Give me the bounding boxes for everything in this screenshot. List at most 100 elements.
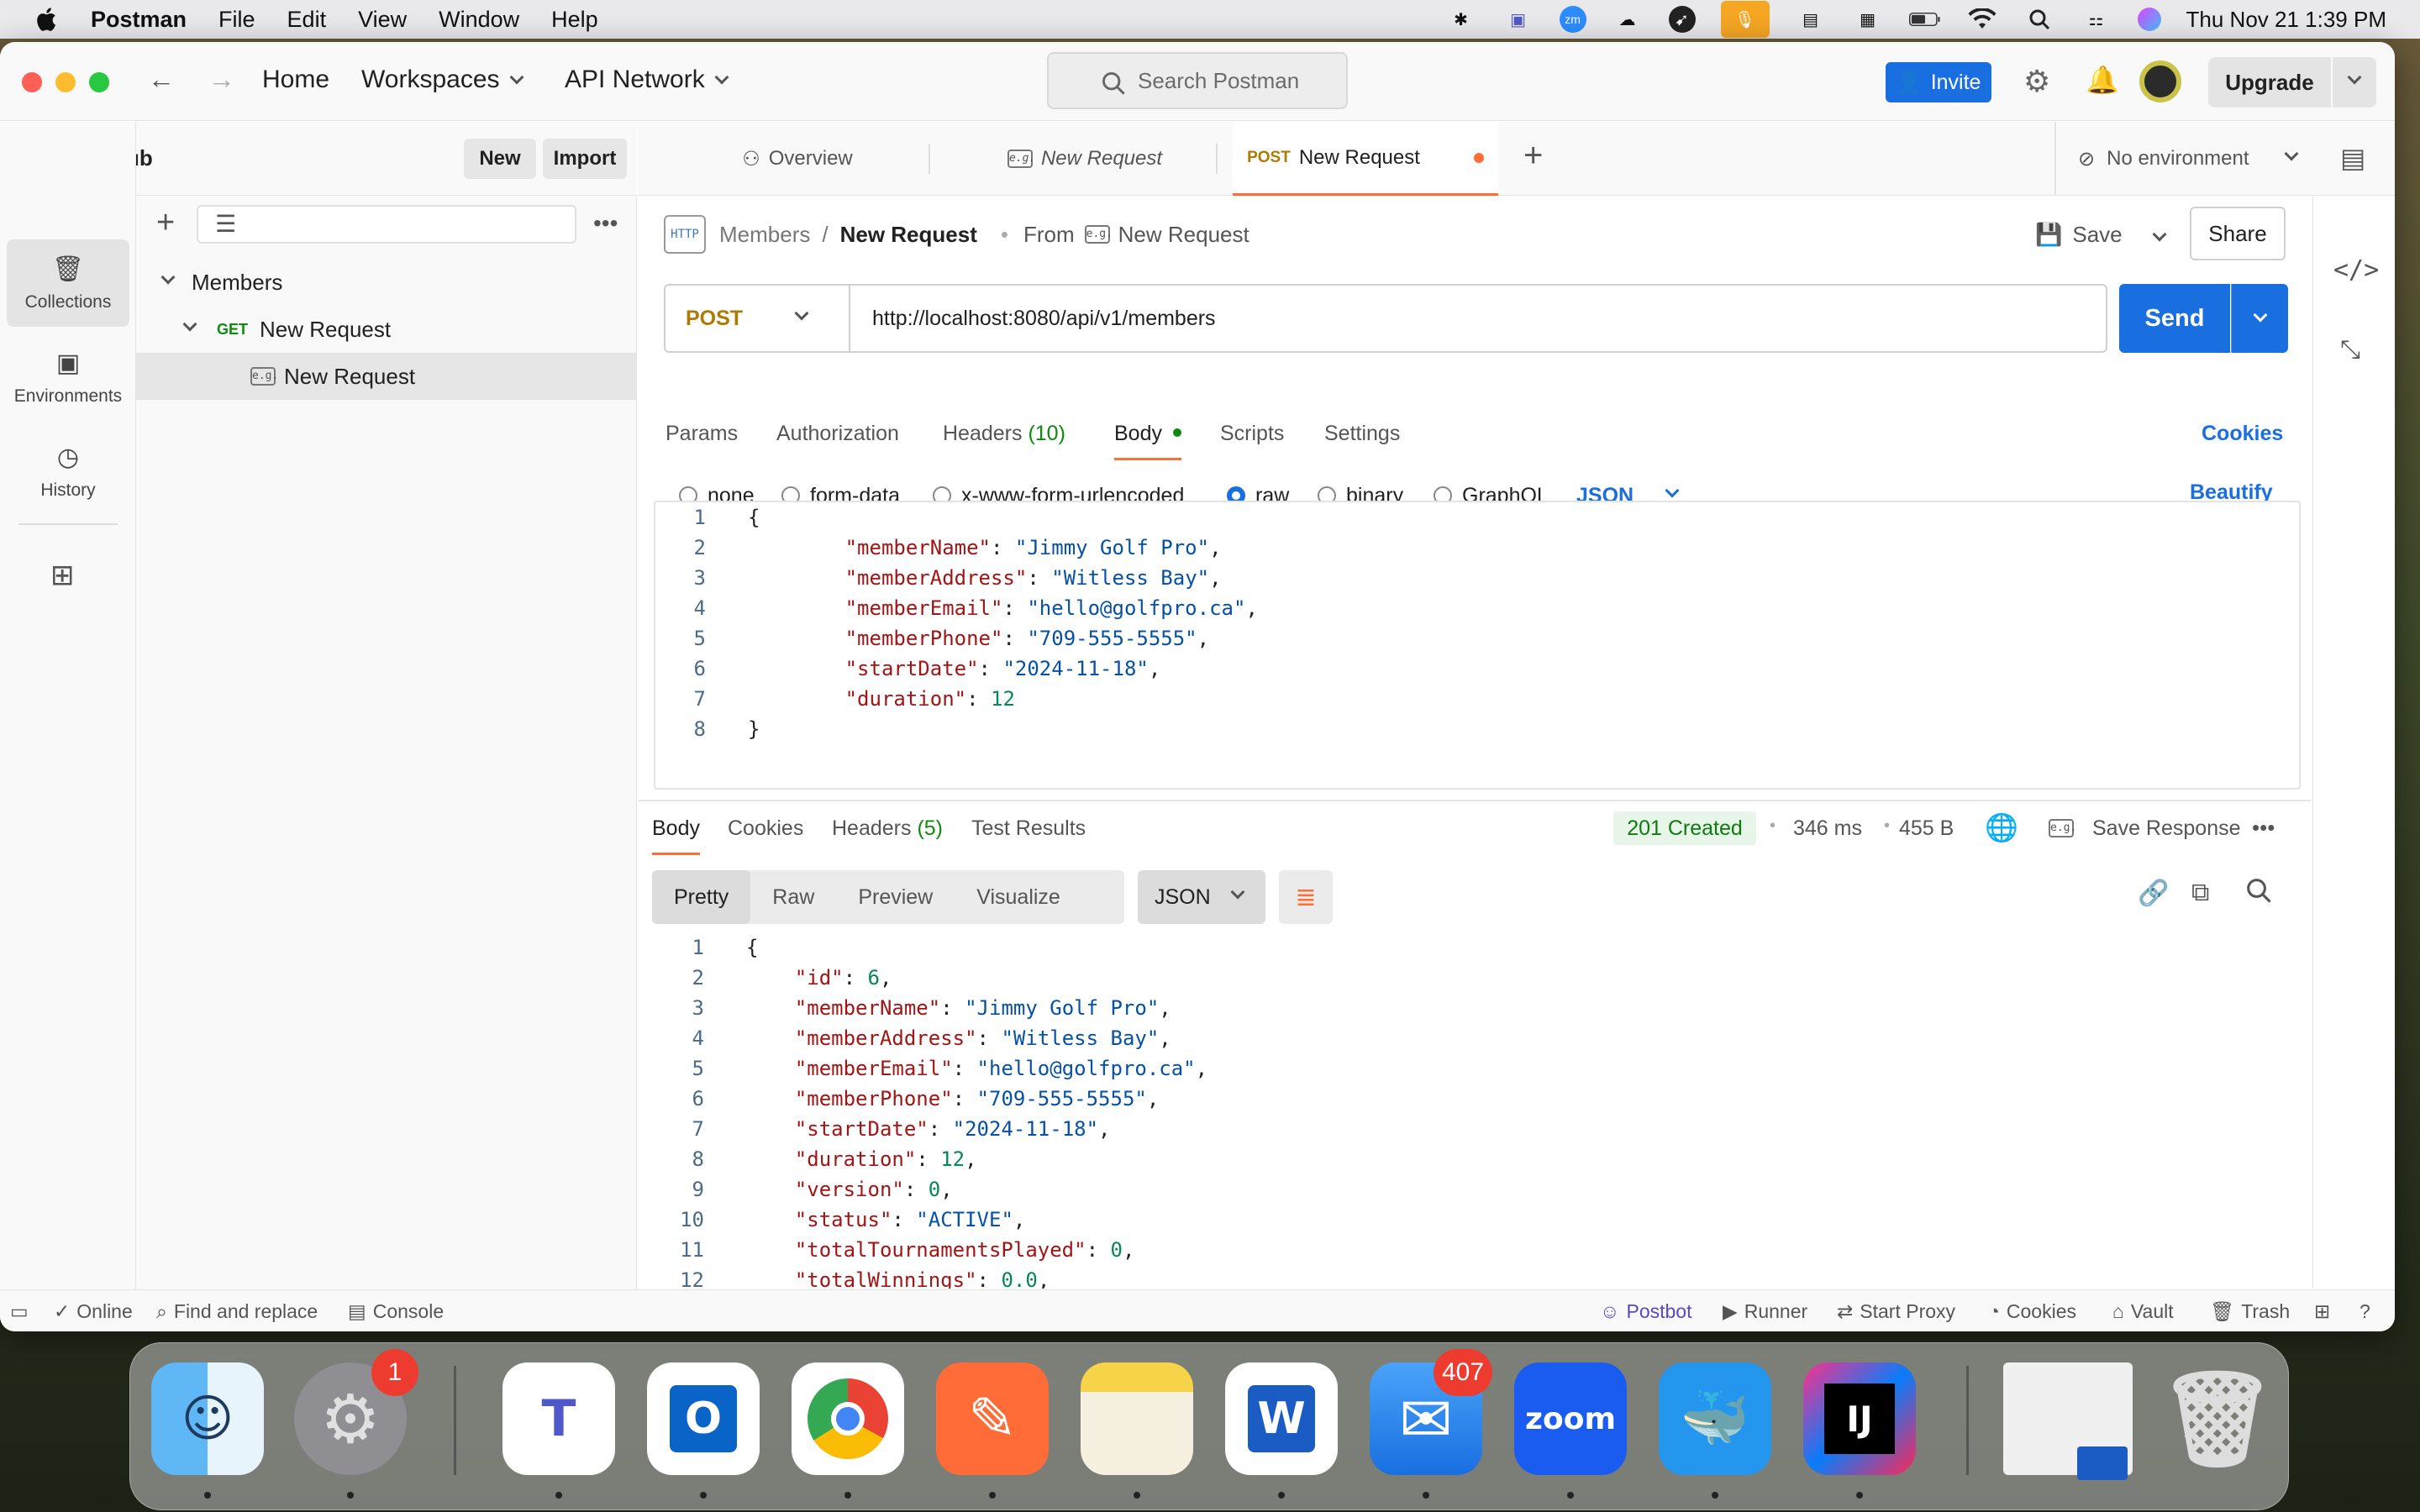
zoom-tray-icon[interactable]: zm bbox=[1559, 6, 1586, 33]
calendar-tray-icon[interactable]: ▦ bbox=[1852, 6, 1884, 33]
more-options-icon[interactable]: ••• bbox=[593, 210, 618, 237]
tab-settings[interactable]: Settings bbox=[1324, 422, 1400, 446]
tab-scripts[interactable]: Scripts bbox=[1220, 422, 1284, 446]
tab-params[interactable]: Params bbox=[666, 422, 738, 446]
import-button[interactable]: Import bbox=[543, 139, 627, 179]
save-button[interactable]: 💾 Save bbox=[2035, 210, 2126, 259]
postbot-button[interactable]: ☺ Postbot bbox=[1600, 1300, 1691, 1323]
toggle-sidebar-icon[interactable]: ▭ bbox=[10, 1300, 29, 1323]
rail-item-collections[interactable]: 🗑 Collections bbox=[7, 239, 129, 327]
response-tab-test-results[interactable]: Test Results bbox=[971, 816, 1086, 841]
rail-item-history[interactable]: ◷ History bbox=[7, 428, 129, 515]
environment-selector[interactable]: ⊘ No environment bbox=[2054, 122, 2323, 196]
teams-tray-icon[interactable]: ▣ bbox=[1502, 6, 1534, 33]
method-select[interactable]: POST bbox=[666, 286, 850, 351]
dock-finder-icon[interactable]: ☺ bbox=[151, 1362, 264, 1475]
asterisk-tray-icon[interactable]: ✱ bbox=[1445, 6, 1477, 33]
response-tab-cookies[interactable]: Cookies bbox=[728, 816, 803, 841]
tab-headers[interactable]: Headers (10) bbox=[943, 422, 1065, 446]
view-pretty[interactable]: Pretty bbox=[652, 870, 751, 924]
apple-logo-icon[interactable] bbox=[34, 6, 57, 33]
save-response-button[interactable]: e.g. Save Response bbox=[2049, 811, 2241, 845]
response-tab-headers[interactable]: Headers (5) bbox=[832, 816, 943, 841]
search-input[interactable]: Search Postman bbox=[1047, 52, 1348, 109]
outlook-tray-icon[interactable]: ▤ bbox=[1795, 6, 1827, 33]
response-time[interactable]: 346 ms bbox=[1793, 816, 1862, 841]
minimize-window-button[interactable] bbox=[55, 72, 76, 92]
send-button[interactable]: Send bbox=[2119, 284, 2230, 353]
online-status[interactable]: ✓ Online bbox=[54, 1300, 133, 1323]
add-collection-icon[interactable]: + bbox=[156, 205, 175, 241]
trash-button[interactable]: 🗑 Trash bbox=[2210, 1300, 2290, 1323]
maximize-window-button[interactable] bbox=[89, 72, 109, 92]
from-name[interactable]: New Request bbox=[1118, 222, 1249, 248]
send-dropdown-button[interactable] bbox=[2231, 284, 2288, 353]
upgrade-button[interactable]: Upgrade bbox=[2208, 57, 2331, 108]
menu-file[interactable]: File bbox=[218, 7, 255, 33]
settings-gear-icon[interactable]: ⚙ bbox=[2023, 64, 2050, 99]
upgrade-dropdown-button[interactable] bbox=[2333, 57, 2376, 108]
console-button[interactable]: ▤ Console bbox=[348, 1300, 444, 1323]
find-replace-button[interactable]: ⌕ Find and replace bbox=[156, 1300, 318, 1323]
invite-button[interactable]: 👤 Invite bbox=[1886, 62, 1991, 102]
configure-workbench-icon[interactable]: ⊞ bbox=[50, 559, 75, 592]
cookies-link[interactable]: Cookies bbox=[2202, 422, 2283, 446]
dock-zoom-icon[interactable]: zoom bbox=[1514, 1362, 1627, 1475]
rail-item-environments[interactable]: ▣ Environments bbox=[7, 333, 129, 421]
dock-intellij-icon[interactable]: IJ bbox=[1803, 1362, 1916, 1475]
status-badge[interactable]: 201 Created bbox=[1613, 811, 1756, 845]
request-body-editor[interactable]: 1 {2 "memberName": "Jimmy Golf Pro", 3 "me… bbox=[654, 501, 2301, 790]
more-options-icon[interactable]: ••• bbox=[2252, 815, 2275, 841]
help-icon[interactable]: ? bbox=[2360, 1300, 2370, 1323]
url-input[interactable]: http://localhost:8080/api/v1/members bbox=[872, 307, 2106, 331]
layout-icon[interactable]: ⊞ bbox=[2314, 1300, 2330, 1323]
menu-window[interactable]: Window bbox=[439, 7, 519, 33]
arrow-tray-icon[interactable]: ➹ bbox=[1668, 6, 1696, 33]
code-icon[interactable]: </> bbox=[2333, 255, 2379, 285]
menu-app-name[interactable]: Postman bbox=[91, 7, 187, 33]
dock-trash-icon[interactable]: 🗑 bbox=[2159, 1362, 2276, 1475]
forward-arrow-icon[interactable]: → bbox=[208, 64, 235, 95]
tab-authorization[interactable]: Authorization bbox=[776, 422, 899, 446]
notifications-bell-icon[interactable]: 🔔 bbox=[2086, 64, 2119, 96]
dock-word-icon[interactable]: W bbox=[1225, 1362, 1338, 1475]
copy-icon[interactable]: ⧉ bbox=[2191, 879, 2209, 907]
link-icon[interactable]: 🔗 bbox=[2138, 879, 2169, 908]
view-raw[interactable]: Raw bbox=[750, 870, 836, 924]
globe-icon[interactable]: 🌐 bbox=[1985, 811, 2018, 843]
new-button[interactable]: New bbox=[464, 139, 536, 179]
tab-overview[interactable]: ⚇ Overview bbox=[655, 122, 940, 196]
dock-outlook-icon[interactable]: O bbox=[647, 1362, 760, 1475]
search-icon[interactable] bbox=[2245, 877, 2272, 908]
siri-icon[interactable] bbox=[2137, 8, 2161, 31]
vault-button[interactable]: ⌂ Vault bbox=[2112, 1300, 2174, 1323]
battery-icon[interactable] bbox=[1908, 6, 1941, 33]
spotlight-search-icon[interactable] bbox=[2023, 6, 2055, 33]
response-tab-body[interactable]: Body bbox=[652, 816, 700, 855]
tree-row-collection[interactable]: Members bbox=[136, 259, 637, 306]
collapse-arrows-icon[interactable]: ⤡ bbox=[2340, 336, 2360, 365]
avatar[interactable] bbox=[2139, 60, 2181, 102]
tab-body[interactable]: Body bbox=[1114, 422, 1181, 460]
dock-teams-icon[interactable]: T bbox=[502, 1362, 615, 1475]
microphone-tray-icon[interactable]: 🎙 bbox=[1720, 1, 1770, 38]
view-preview[interactable]: Preview bbox=[836, 870, 955, 924]
wifi-icon[interactable] bbox=[1966, 6, 1998, 33]
dock-docker-icon[interactable]: 🐳 bbox=[1659, 1362, 1771, 1475]
back-arrow-icon[interactable]: ← bbox=[148, 64, 175, 95]
workspaces-menu[interactable]: Workspaces bbox=[361, 66, 524, 94]
dock-chrome-icon[interactable] bbox=[792, 1362, 904, 1475]
start-proxy-button[interactable]: ⇄ Start Proxy bbox=[1837, 1300, 1955, 1323]
menu-edit[interactable]: Edit bbox=[287, 7, 327, 33]
menu-help[interactable]: Help bbox=[551, 7, 598, 33]
tab-post-new-request[interactable]: POST New Request bbox=[1233, 122, 1498, 196]
new-tab-plus-icon[interactable]: + bbox=[1523, 137, 1543, 175]
control-center-icon[interactable]: ⚏ bbox=[2081, 6, 2112, 33]
breadcrumb-parent[interactable]: Members bbox=[719, 222, 810, 248]
view-visualize[interactable]: Visualize bbox=[955, 870, 1082, 924]
close-window-button[interactable] bbox=[22, 72, 42, 92]
request-title[interactable]: New Request bbox=[840, 222, 977, 248]
environment-quick-look-icon[interactable]: ▤ bbox=[2340, 142, 2365, 174]
menu-view[interactable]: View bbox=[358, 7, 407, 33]
tab-example[interactable]: e.g. New Request bbox=[942, 122, 1228, 196]
